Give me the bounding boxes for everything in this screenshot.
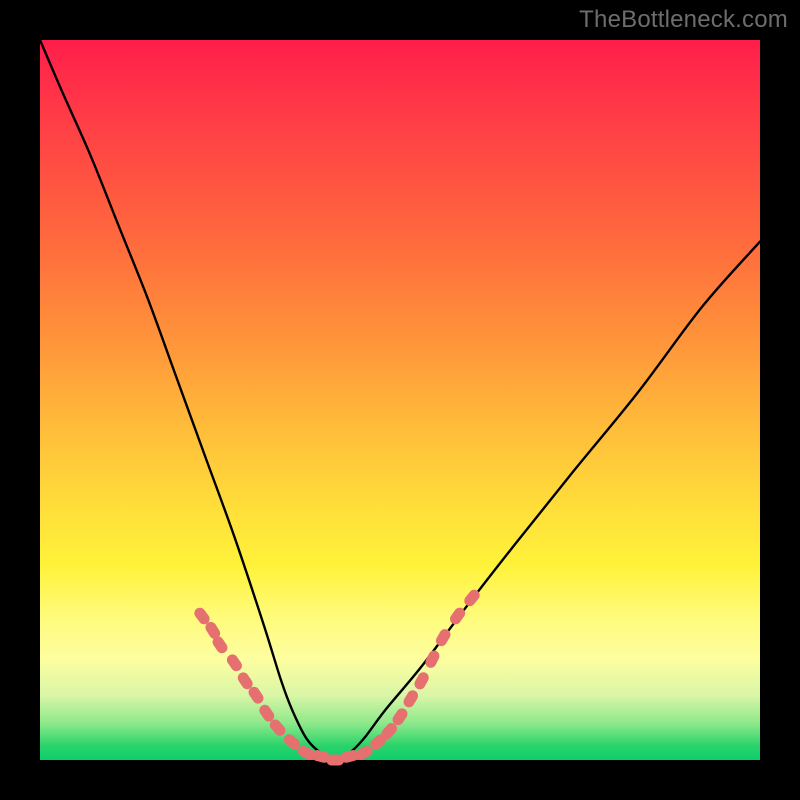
watermark-text: TheBottleneck.com: [579, 6, 788, 34]
marker-pill: [401, 688, 420, 709]
plot-area: [40, 40, 760, 760]
bottleneck-curve: [40, 40, 760, 760]
curve-layer: [40, 40, 760, 760]
marker-pill: [225, 652, 244, 673]
marker-group: [192, 588, 482, 766]
chart-frame: TheBottleneck.com: [0, 0, 800, 800]
